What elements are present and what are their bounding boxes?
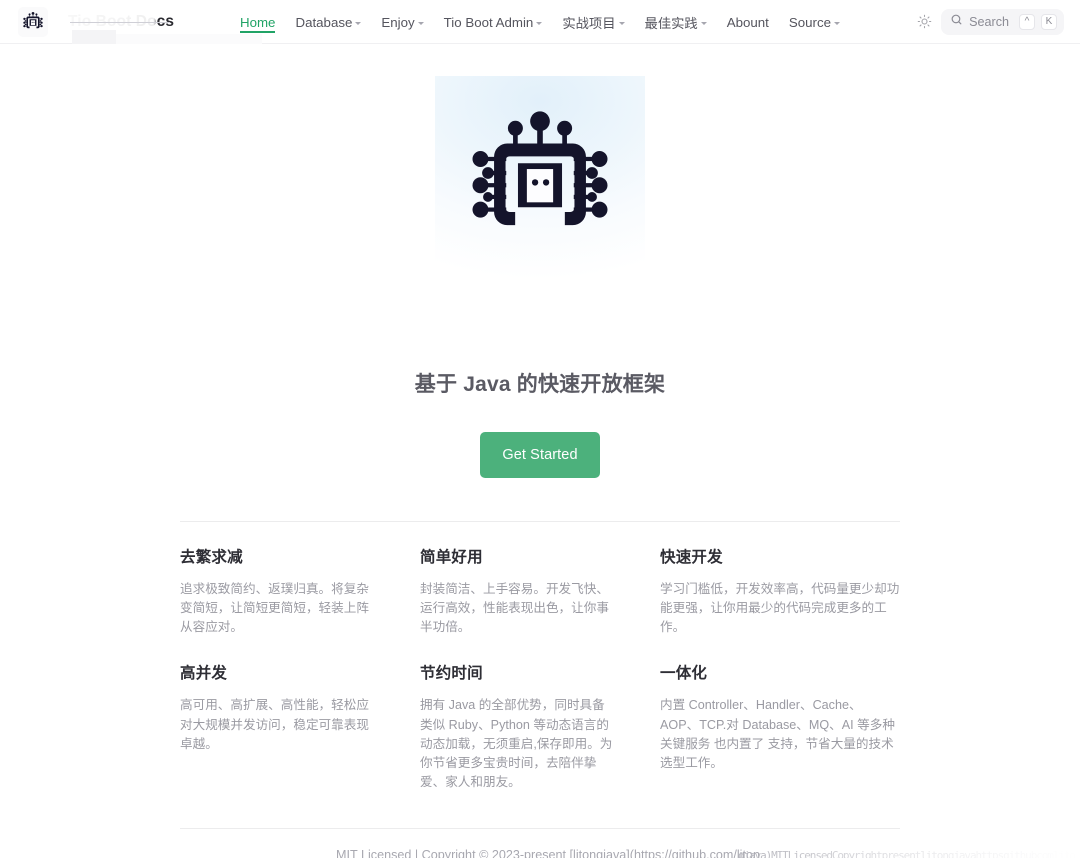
feature-description: 封装简洁、上手容易。开发飞快、运行高效，性能表现出色，让你事半功倍。 bbox=[420, 582, 609, 635]
nav-item-best-practices[interactable]: 最佳实践 bbox=[635, 0, 717, 44]
nav-item-label: Abount bbox=[726, 14, 769, 30]
feature-card: 一体化 内置 Controller、Handler、Cache、AOP、TCP.… bbox=[660, 661, 900, 816]
chip-robot-icon bbox=[18, 6, 48, 37]
feature-description: 拥有 Java 的全部优势，同时具备类似 Ruby、Python 等动态语言的动… bbox=[420, 698, 613, 789]
site-header: Tio Boot Docs Home Database Enjoy Tio Bo… bbox=[0, 0, 1080, 44]
feature-title: 快速开发 bbox=[660, 549, 723, 566]
feature-card: 去繁求减 追求极致简约、返璞归真。将复杂变简短，让简短更简短，轻装上阵从容应对。 bbox=[180, 545, 420, 661]
footer-copyright: MIT Licensed | Copyright © 2023-present … bbox=[336, 848, 760, 858]
search-shortcut-key-k: K bbox=[1041, 13, 1057, 30]
nav-item-tio-boot-admin[interactable]: Tio Boot Admin bbox=[434, 0, 553, 44]
feature-card: 简单好用 封装简洁、上手容易。开发飞快、运行高效，性能表现出色，让你事半功倍。 bbox=[420, 545, 660, 661]
search-icon bbox=[950, 13, 963, 31]
feature-title: 节约时间 bbox=[420, 665, 483, 683]
hero-section: 基于 Java 的快速开放框架 Get Started bbox=[0, 44, 1080, 478]
search-button[interactable]: Search ^ K bbox=[941, 8, 1064, 35]
features-grid: 去繁求减 追求极致简约、返璞归真。将复杂变简短，让简短更简短，轻装上阵从容应对。… bbox=[180, 522, 900, 816]
footer-truncated-tail: gjava)MITLicensedCopyrightpresentlitongj… bbox=[738, 849, 1080, 858]
nav-item-label: Database bbox=[295, 14, 353, 30]
hero-tagline: 基于 Java 的快速开放框架 bbox=[414, 373, 666, 396]
brand-render-artifact-block bbox=[72, 30, 116, 44]
nav-item-practical-projects[interactable]: 实战项目 bbox=[552, 0, 634, 44]
chevron-down-icon bbox=[536, 21, 543, 25]
feature-description: 高可用、高扩展、高性能，轻松应对大规模并发访问，稳定可靠表现卓越。 bbox=[180, 698, 369, 751]
feature-description: 学习门槛低，开发效率高，代码量更少却功能更强，让你用最少的代码完成更多的工作。 bbox=[660, 582, 900, 635]
feature-title: 去繁求减 bbox=[180, 549, 243, 566]
brand-render-artifact-line bbox=[70, 22, 170, 23]
nav-item-database[interactable]: Database bbox=[285, 0, 371, 44]
features-section: 去繁求减 追求极致简约、返璞归真。将复杂变简短，让简短更简短，轻装上阵从容应对。… bbox=[180, 478, 900, 816]
nav-item-label: 最佳实践 bbox=[644, 15, 698, 31]
search-label: Search bbox=[969, 14, 1009, 29]
nav-item-home[interactable]: Home bbox=[230, 0, 285, 44]
primary-nav: Home Database Enjoy Tio Boot Admin 实战项目 … bbox=[230, 0, 850, 44]
nav-item-label: Tio Boot Admin bbox=[443, 14, 534, 30]
sun-icon[interactable] bbox=[911, 9, 937, 35]
nav-item-label: 实战项目 bbox=[562, 15, 616, 31]
header-actions: Search ^ K bbox=[911, 8, 1064, 35]
chevron-down-icon bbox=[618, 21, 625, 25]
search-shortcut-key-ctrl: ^ bbox=[1019, 13, 1035, 30]
feature-card: 快速开发 学习门槛低，开发效率高，代码量更少却功能更强，让你用最少的代码完成更多… bbox=[660, 545, 900, 661]
chevron-down-icon bbox=[355, 21, 362, 25]
feature-title: 一体化 bbox=[660, 665, 708, 683]
nav-item-label: Enjoy bbox=[381, 14, 415, 30]
site-footer: MIT Licensed | Copyright © 2023-present … bbox=[0, 829, 1080, 858]
feature-title: 简单好用 bbox=[420, 549, 483, 566]
feature-description: 内置 Controller、Handler、Cache、AOP、TCP.对 Da… bbox=[660, 698, 895, 770]
chevron-down-icon bbox=[700, 21, 707, 25]
feature-description: 追求极致简约、返璞归真。将复杂变简短，让简短更简短，轻装上阵从容应对。 bbox=[180, 582, 369, 635]
get-started-button[interactable]: Get Started bbox=[480, 432, 600, 478]
nav-item-label: Source bbox=[788, 14, 832, 30]
nav-item-label: Home bbox=[239, 14, 276, 30]
nav-item-enjoy[interactable]: Enjoy bbox=[371, 0, 433, 44]
nav-item-source[interactable]: Source bbox=[779, 0, 850, 44]
chevron-down-icon bbox=[834, 21, 841, 25]
feature-card: 节约时间 拥有 Java 的全部优势，同时具备类似 Ruby、Python 等动… bbox=[420, 661, 660, 816]
feature-card: 高并发 高可用、高扩展、高性能，轻松应对大规模并发访问，稳定可靠表现卓越。 bbox=[180, 661, 420, 816]
feature-title: 高并发 bbox=[180, 665, 228, 683]
nav-item-about[interactable]: Abount bbox=[717, 0, 779, 44]
hero-logo-image bbox=[435, 76, 645, 286]
chevron-down-icon bbox=[417, 21, 424, 25]
